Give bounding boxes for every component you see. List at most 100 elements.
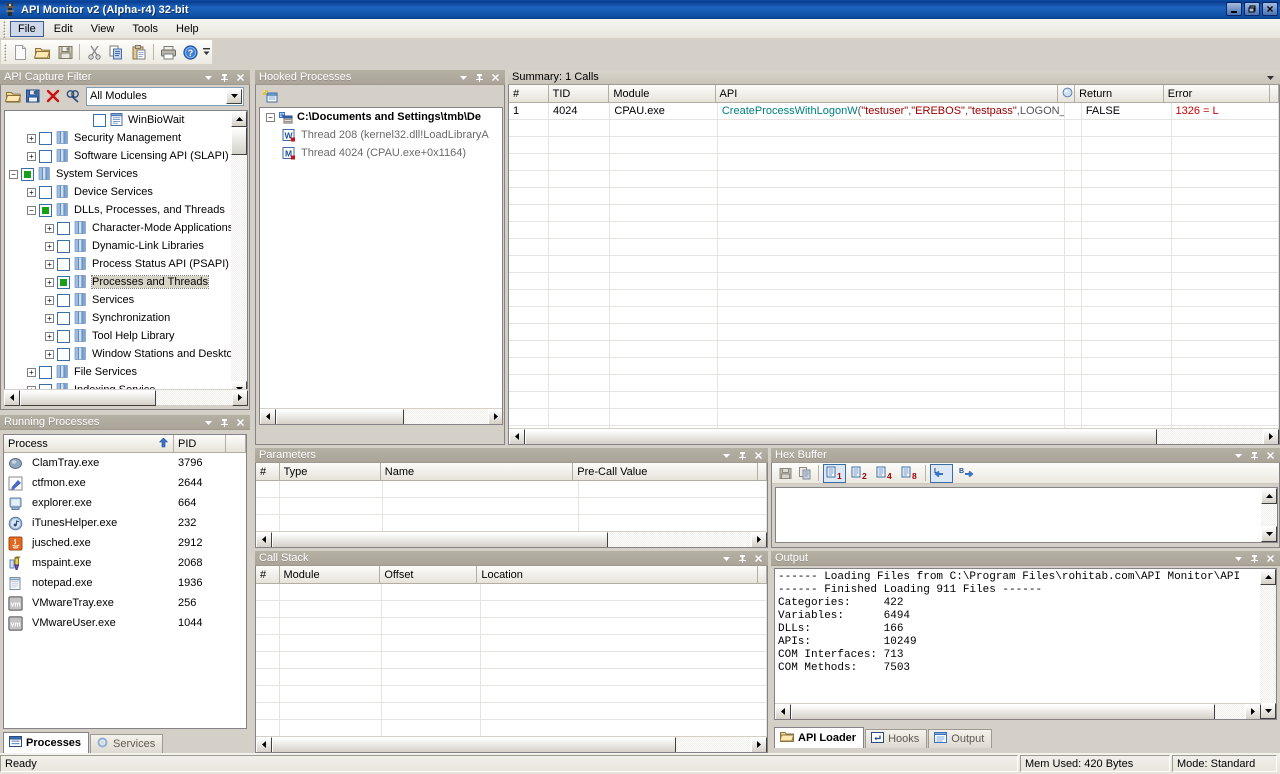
hex-copy-icon[interactable] <box>795 463 815 483</box>
scroll-right-arrow[interactable] <box>488 408 502 424</box>
summary-empty-row[interactable] <box>509 341 1279 358</box>
filter-checkbox[interactable] <box>57 257 70 271</box>
summary-empty-row[interactable] <box>509 205 1279 222</box>
filter-tree-node[interactable]: + Services <box>5 291 233 309</box>
summary-empty-row[interactable] <box>509 409 1279 426</box>
collapse-icon[interactable]: − <box>27 205 36 215</box>
scroll-thumb[interactable] <box>525 428 1157 444</box>
empty-row[interactable] <box>256 703 767 720</box>
save-icon[interactable] <box>55 42 75 63</box>
column-header-module[interactable]: Module <box>609 85 716 102</box>
menu-view[interactable]: View <box>83 21 123 37</box>
summary-empty-row[interactable] <box>509 239 1279 256</box>
menu-tools[interactable]: Tools <box>124 21 166 37</box>
column-header-return[interactable]: Return <box>1075 85 1164 102</box>
running-processes-list[interactable]: ClamTray.exe 3796 ctfmon.exe 2644 explorer.e… <box>4 453 246 633</box>
filter-checkbox[interactable] <box>39 185 52 199</box>
filter-tree-node[interactable]: + Window Stations and Deskto <box>5 345 233 363</box>
filter-tree-node[interactable]: + Character-Mode Applications <box>5 219 233 237</box>
filter-tree-node[interactable]: − DLLs, Processes, and Threads <box>5 201 233 219</box>
filter-tree-hscrollbar[interactable] <box>4 389 248 406</box>
empty-row[interactable] <box>256 481 767 498</box>
filter-tree-node[interactable]: + Dynamic-Link Libraries <box>5 237 233 255</box>
empty-row[interactable] <box>256 618 767 635</box>
parameters-rows[interactable] <box>256 481 767 532</box>
column-header-tid[interactable]: TID <box>548 85 610 102</box>
empty-row[interactable] <box>256 720 767 737</box>
chevron-down-icon[interactable] <box>1234 451 1243 460</box>
filter-tree-node[interactable]: + Software Licensing API (SLAPI) <box>5 147 233 165</box>
summary-empty-row[interactable] <box>509 273 1279 290</box>
expand-icon[interactable]: + <box>45 241 54 251</box>
expand-icon[interactable]: + <box>27 151 36 161</box>
close-icon[interactable] <box>1266 451 1275 460</box>
scroll-thumb[interactable] <box>276 408 404 424</box>
hex-big-endian-icon[interactable]: B <box>955 464 978 483</box>
column-header-name[interactable]: Name <box>380 463 574 480</box>
summary-empty-row[interactable] <box>509 171 1279 188</box>
hex-bytes-8-icon[interactable]: 8 <box>898 464 921 483</box>
menu-edit[interactable]: Edit <box>46 21 81 37</box>
summary-hscrollbar[interactable] <box>509 428 1279 444</box>
expand-icon[interactable]: + <box>27 367 36 377</box>
pin-icon[interactable] <box>220 73 229 82</box>
summary-empty-row[interactable] <box>509 392 1279 409</box>
process-row[interactable]: explorer.exe 664 <box>4 493 246 513</box>
scroll-up-arrow[interactable] <box>1260 569 1276 585</box>
tab-output[interactable]: Output <box>928 729 993 748</box>
close-icon[interactable] <box>754 451 763 460</box>
filter-tree-node[interactable]: + Security Management <box>5 129 233 147</box>
hex-buffer-vscrollbar[interactable] <box>1261 488 1277 542</box>
empty-row[interactable] <box>256 498 767 515</box>
hex-bytes-2-icon[interactable]: 2 <box>848 464 871 483</box>
close-icon[interactable] <box>491 73 500 82</box>
close-icon[interactable] <box>236 418 245 427</box>
close-icon[interactable] <box>1266 554 1275 563</box>
tab-services[interactable]: Services <box>90 734 164 753</box>
open-icon[interactable] <box>33 42 53 63</box>
scroll-right-arrow[interactable] <box>1263 428 1279 444</box>
scroll-left-arrow[interactable] <box>260 408 276 424</box>
filter-checkbox[interactable] <box>93 113 106 127</box>
empty-row[interactable] <box>256 686 767 703</box>
scroll-right-arrow[interactable] <box>1245 703 1261 719</box>
column-header-type[interactable]: Type <box>279 463 381 480</box>
filter-checkbox[interactable] <box>57 275 70 289</box>
open-filter-icon[interactable] <box>3 86 23 106</box>
process-row[interactable]: mspaint.exe 2068 <box>4 553 246 573</box>
hooked-threads-list[interactable]: W Thread 208 (kernel32.dll!LoadLibraryA M T… <box>260 126 502 162</box>
hex-bytes-1-icon[interactable]: 1 <box>823 463 846 483</box>
filter-checkbox[interactable] <box>57 311 70 325</box>
save-filter-icon[interactable] <box>23 86 43 106</box>
filter-checkbox[interactable] <box>39 203 52 217</box>
minimize-button[interactable] <box>1226 2 1242 16</box>
scroll-thumb[interactable] <box>272 736 676 752</box>
cut-icon[interactable] <box>84 42 104 63</box>
scroll-thumb[interactable] <box>272 531 608 547</box>
column-header-icon[interactable] <box>1058 85 1076 102</box>
summary-empty-row[interactable] <box>509 307 1279 324</box>
chevron-down-icon[interactable] <box>204 418 213 427</box>
filter-checkbox[interactable] <box>57 347 70 361</box>
output-vscrollbar[interactable] <box>1260 569 1276 719</box>
menu-grip[interactable] <box>2 19 9 38</box>
expander-icon[interactable]: − <box>266 112 275 122</box>
pin-icon[interactable] <box>738 451 747 460</box>
scroll-left-arrow[interactable] <box>256 531 272 547</box>
chevron-down-icon[interactable] <box>1266 73 1275 82</box>
scroll-left-arrow[interactable] <box>775 703 791 719</box>
scroll-right-arrow[interactable] <box>751 531 767 547</box>
scroll-up-arrow[interactable] <box>1261 488 1277 504</box>
hooked-properties-icon[interactable] <box>260 86 280 106</box>
process-row[interactable]: notepad.exe 1936 <box>4 573 246 593</box>
parameters-hscrollbar[interactable] <box>256 531 767 547</box>
clear-filter-icon[interactable] <box>43 86 63 106</box>
expand-icon[interactable]: + <box>45 349 54 359</box>
process-row[interactable]: vm VMwareTray.exe 256 <box>4 593 246 613</box>
filter-checkbox[interactable] <box>57 239 70 253</box>
paste-icon[interactable] <box>129 42 149 63</box>
process-row[interactable]: jusched.exe 2912 <box>4 533 246 553</box>
filter-checkbox[interactable] <box>39 131 52 145</box>
column-header-error[interactable]: Error <box>1163 85 1271 102</box>
scroll-up-arrow[interactable] <box>231 111 247 127</box>
